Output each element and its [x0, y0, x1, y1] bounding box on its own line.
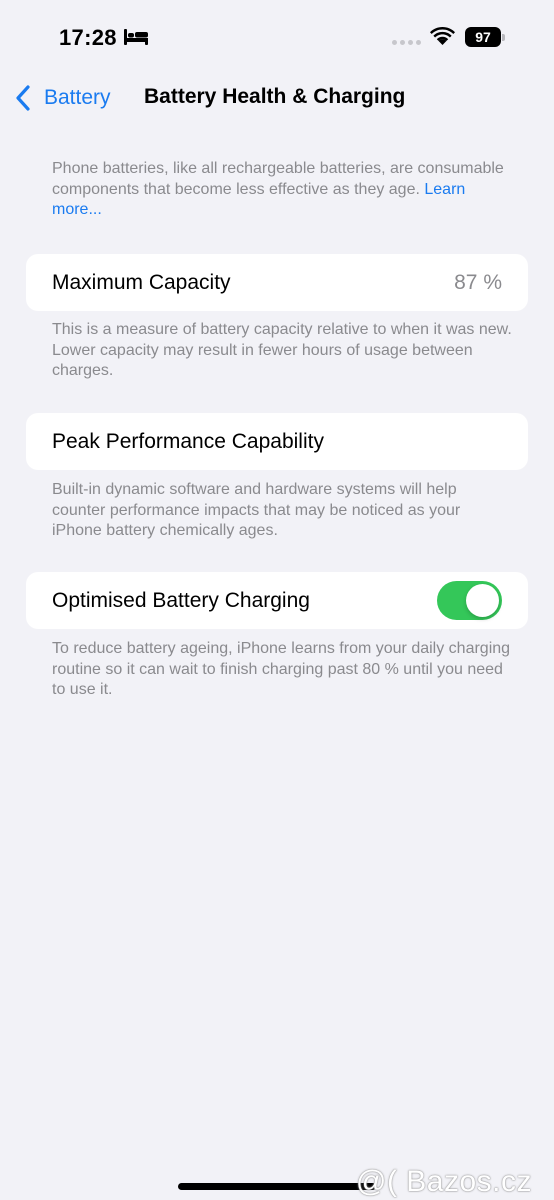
signal-dots-icon	[392, 40, 421, 45]
optimised-charging-footnote: To reduce battery ageing, iPhone learns …	[52, 640, 511, 698]
max-capacity-row: Maximum Capacity 87 %	[26, 254, 528, 311]
battery-level: 97	[465, 27, 501, 47]
optimised-charging-toggle[interactable]	[437, 581, 502, 620]
wifi-icon	[430, 27, 455, 45]
max-capacity-footnote: This is a measure of battery capacity re…	[52, 321, 512, 379]
battery-icon: 97	[465, 27, 507, 47]
max-capacity-label: Maximum Capacity	[52, 271, 231, 294]
screen: 17:28 97 Battery Battery Health & Chargi…	[0, 0, 554, 1200]
status-bar: 17:28 97	[0, 0, 554, 70]
chevron-left-icon	[16, 85, 30, 111]
bed-icon	[124, 29, 148, 45]
toggle-knob	[466, 584, 499, 617]
peak-performance-footnote: Built-in dynamic software and hardware s…	[52, 481, 461, 539]
max-capacity-value: 87 %	[454, 271, 502, 294]
home-indicator[interactable]	[178, 1183, 376, 1190]
optimised-charging-label: Optimised Battery Charging	[52, 589, 310, 612]
peak-performance-label: Peak Performance Capability	[52, 430, 324, 453]
intro-text: Phone batteries, like all rechargeable b…	[52, 159, 512, 221]
watermark: @( Bazos.cz	[356, 1165, 532, 1198]
optimised-charging-row: Optimised Battery Charging	[26, 572, 528, 629]
status-time: 17:28	[59, 25, 117, 50]
back-button-label: Battery	[44, 86, 111, 109]
page-title: Battery Health & Charging	[144, 85, 406, 108]
peak-performance-row[interactable]: Peak Performance Capability	[26, 413, 528, 470]
navigation-bar: Battery Battery Health & Charging	[0, 70, 554, 126]
back-button[interactable]: Battery	[14, 82, 111, 114]
